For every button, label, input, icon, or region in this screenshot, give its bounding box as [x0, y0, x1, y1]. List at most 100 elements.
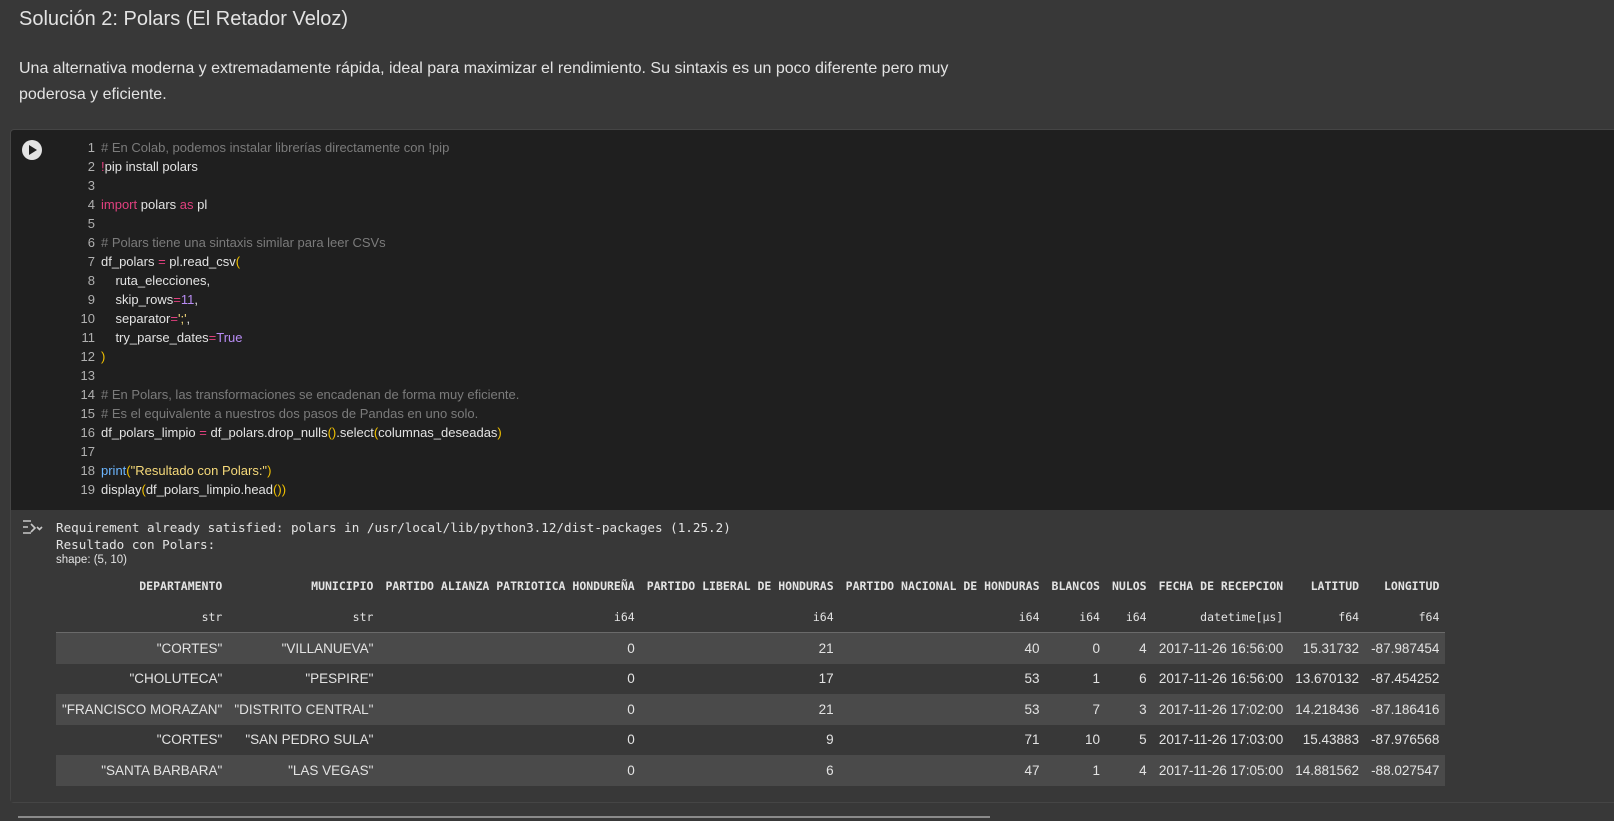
table-cell: 47	[839, 755, 1046, 786]
code-token: # En Colab, podemos instalar librerías d…	[101, 140, 450, 155]
code-line[interactable]: 4 import polars as pl	[51, 195, 1611, 214]
code-token: ,	[194, 292, 198, 307]
table-cell: 1	[1045, 755, 1106, 786]
code-line[interactable]: 9 skip_rows=11,	[51, 290, 1611, 309]
code-token: =	[158, 254, 166, 269]
code-line[interactable]: 10 separator=';',	[51, 309, 1611, 328]
line-number: 8	[87, 273, 95, 288]
code-cell[interactable]: 1 # En Colab, podemos instalar librerías …	[10, 129, 1614, 803]
code-line[interactable]: 5	[51, 214, 1611, 233]
code-token: df_polars	[101, 254, 159, 269]
code-line[interactable]: 1 # En Colab, podemos instalar librerías …	[51, 138, 1611, 157]
line-number: 10	[80, 311, 95, 326]
table-cell: 17	[818, 671, 834, 687]
table-cell: 0	[379, 755, 641, 786]
table-cell: 2017-11-26 16:56:00	[1158, 671, 1284, 687]
table-cell: 0	[1045, 632, 1106, 664]
code-token: pl.read_csv	[165, 254, 236, 269]
line-number: 4	[87, 197, 95, 212]
run-cell-button[interactable]	[22, 140, 42, 160]
code-token: df_polars.drop_nulls	[206, 425, 328, 440]
code-line[interactable]: 17	[51, 442, 1611, 461]
table-cell: 6	[1139, 671, 1147, 687]
table-cell: "PESPIRE"	[305, 671, 374, 687]
line-number: 17	[80, 444, 95, 459]
output-toggle-icon[interactable]	[21, 519, 43, 537]
code-token: ruta_elecciones,	[101, 273, 211, 288]
markdown-title: Solución 2: Polars (El Retador Veloz)	[19, 8, 349, 30]
table-cell: 0	[627, 671, 635, 687]
table-cell: 15.43883	[1302, 732, 1360, 748]
code-token: df_polars_limpio	[101, 425, 200, 440]
code-text: df_polars_limpio = df_polars.drop_nulls(…	[101, 423, 502, 442]
line-number: 11	[81, 330, 96, 345]
code-token: pl	[193, 197, 208, 212]
column-dtype: i64	[1045, 601, 1106, 633]
column-header: PARTIDO LIBERAL DE HONDURAS	[646, 578, 834, 593]
table-cell: 3	[1105, 694, 1153, 725]
table-row: "CORTES" "SAN PEDRO SULA" 0 9 71 10 5 2017-11-2…	[56, 725, 1445, 756]
code-token: ';'	[177, 311, 187, 326]
line-number: 16	[80, 425, 95, 440]
code-text: skip_rows=11,	[101, 290, 198, 309]
code-line[interactable]: 12)	[51, 347, 1611, 366]
code-text: try_parse_dates=True	[101, 328, 243, 347]
code-editor[interactable]: 1 # En Colab, podemos instalar librerías …	[51, 138, 1611, 499]
code-token: ()	[273, 482, 282, 497]
column-dtype: str	[228, 601, 380, 633]
dataframe-shape: shape: (5, 10)	[56, 554, 127, 566]
table-cell: 53	[839, 694, 1046, 725]
code-token: (	[235, 254, 241, 269]
markdown-paragraph: Una alternativa moderna y extremadamente…	[19, 60, 949, 103]
code-token: import	[101, 197, 138, 212]
line-number: 7	[87, 254, 95, 269]
code-line[interactable]: 2 !pip install polars	[51, 157, 1611, 176]
code-line[interactable]: 8 ruta_elecciones,	[51, 271, 1611, 290]
code-token: 11	[180, 292, 195, 307]
code-line[interactable]: 11 try_parse_dates=True	[51, 328, 1611, 347]
code-token: True	[216, 330, 243, 345]
code-line[interactable]: 6 # Polars tiene una sintaxis similar par…	[51, 233, 1611, 252]
column-dtype: i64	[839, 601, 1046, 633]
table-cell: 14.218436	[1289, 694, 1366, 725]
code-line[interactable]: 13	[51, 366, 1611, 385]
table-cell: "CHOLUTECA"	[129, 671, 223, 687]
table-cell: 2017-11-26 17:03:00	[1158, 732, 1284, 748]
column-header: LATITUD	[1310, 578, 1360, 593]
code-token: ,	[186, 311, 191, 326]
table-cell: 0	[379, 694, 641, 725]
column-header: MUNICIPIO	[311, 578, 374, 593]
code-text: !pip install polars	[101, 157, 198, 176]
code-text: # En Colab, podemos instalar librerías d…	[101, 138, 449, 157]
table-cell: "CORTES"	[56, 632, 229, 664]
column-dtype: i64	[1105, 601, 1153, 633]
code-line[interactable]: 7 df_polars = pl.read_csv(	[51, 252, 1611, 271]
code-token: df_polars_limpio.head	[145, 482, 274, 497]
code-token: separator	[101, 311, 171, 326]
code-line[interactable]: 18 print("Resultado con Polars:")	[51, 461, 1611, 480]
table-cell: 15.31732	[1289, 632, 1366, 664]
line-number: 3	[87, 178, 95, 193]
code-line[interactable]: 14 # En Polars, las transformaciones se e…	[51, 385, 1611, 404]
dataframe-table: DEPARTAMENTO MUNICIPIO PARTIDO ALIANZA PAT…	[56, 570, 1446, 786]
code-token: # En Polars, las transformaciones se enc…	[101, 387, 520, 402]
code-token: =	[170, 311, 178, 326]
table-cell: 2017-11-26 17:02:00	[1152, 694, 1290, 725]
table-cell: -88.027547	[1365, 755, 1446, 786]
code-line[interactable]: 16 df_polars_limpio = df_polars.drop_null…	[51, 423, 1611, 442]
table-row: "FRANCISCO MORAZAN" "DISTRITO CENTRAL" 0 21…	[56, 694, 1446, 725]
table-cell: 4	[1105, 632, 1153, 664]
table-cell: 53	[1024, 671, 1040, 687]
code-line[interactable]: 15 # Es el equivalente a nuestros dos pas…	[51, 404, 1611, 423]
column-dtype: i64	[379, 601, 641, 633]
column-header: PARTIDO ALIANZA PATRIOTICA HONDUREÑA	[385, 578, 635, 593]
line-number: 18	[80, 463, 95, 478]
code-line[interactable]: 3	[51, 176, 1611, 195]
dtype-row: str str i64 i64 i64 i64 i64 datetime[μs] f64 f64	[56, 601, 1446, 633]
code-token: print	[101, 463, 127, 478]
code-line[interactable]: 19 display(df_polars_limpio.head())	[51, 480, 1611, 499]
table-row: "CHOLUTECA" "PESPIRE" 0 17 53 1 6 2017-11-26 16…	[56, 664, 1445, 695]
line-number: 1	[87, 140, 95, 155]
cell-output: Requirement already satisfied: polars in…	[11, 510, 1614, 802]
table-cell: 4	[1105, 755, 1153, 786]
